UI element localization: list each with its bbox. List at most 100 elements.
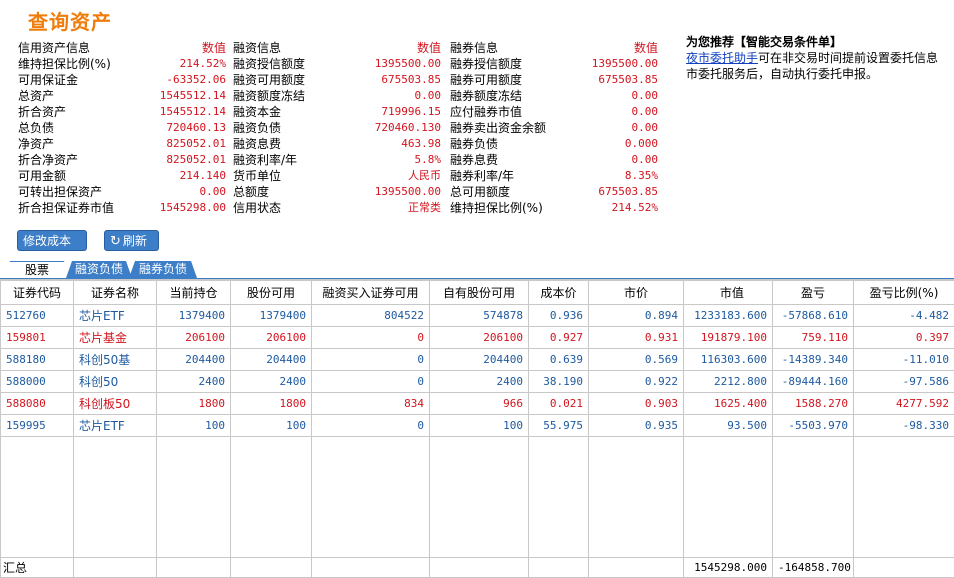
column-header[interactable]: 盈亏比例(%) xyxy=(854,281,954,305)
margin-info: 融资信息数值融资授信额度1395500.00融资可用额度675503.85融资额… xyxy=(233,40,441,216)
table-row[interactable]: 512760芯片ETF137940013794008045225748780.9… xyxy=(1,305,954,327)
holdings-table: 证券代码证券名称当前持仓股份可用融资买入证券可用自有股份可用成本价市价▼市值盈亏… xyxy=(0,279,954,536)
tab-short-debt[interactable]: 融券负债 xyxy=(129,261,197,278)
table-cell: 55.975 xyxy=(529,415,589,437)
column-header[interactable]: 成本价 xyxy=(529,281,589,305)
table-cell: -97.586 xyxy=(854,371,954,393)
info-value: 720460.130 xyxy=(375,120,441,136)
info-row: 维持担保比例(%)214.52% xyxy=(18,56,226,72)
table-cell: 588180 xyxy=(1,349,74,371)
info-row: 信用资产信息数值 xyxy=(18,40,226,56)
info-label: 总负债 xyxy=(18,120,54,136)
info-row: 融资负债720460.130 xyxy=(233,120,441,136)
info-label: 净资产 xyxy=(18,136,54,152)
info-value: 0.000 xyxy=(625,136,658,152)
column-header[interactable]: 证券代码 xyxy=(1,281,74,305)
info-row: 应付融券市值0.00 xyxy=(450,104,658,120)
column-header[interactable]: 股份可用 xyxy=(231,281,312,305)
table-cell: 芯片ETF xyxy=(74,305,157,327)
table-cell: 科创板50 xyxy=(74,393,157,415)
info-label: 融资信息 xyxy=(233,40,281,56)
info-label: 融资利率/年 xyxy=(233,152,297,168)
table-cell: 0.569 xyxy=(589,349,684,371)
empty-cell xyxy=(854,437,954,558)
column-header-label: 自有股份可用 xyxy=(443,286,515,300)
info-label: 融券利率/年 xyxy=(450,168,514,184)
table-cell: 100 xyxy=(157,415,231,437)
info-label: 总可用额度 xyxy=(450,184,510,200)
table-cell: 834 xyxy=(312,393,430,415)
table-cell: 512760 xyxy=(1,305,74,327)
empty-cell xyxy=(157,437,231,558)
empty-cell xyxy=(312,437,430,558)
info-row: 货币单位人民币 xyxy=(233,168,441,184)
table-cell: 0 xyxy=(312,415,430,437)
info-value: 1545298.00 xyxy=(160,200,226,216)
info-row: 融资息费463.98 xyxy=(233,136,441,152)
info-value: 人民币 xyxy=(408,168,441,184)
table-header: 证券代码证券名称当前持仓股份可用融资买入证券可用自有股份可用成本价市价▼市值盈亏… xyxy=(1,281,954,305)
column-header-label: 市值 xyxy=(720,286,744,300)
table-cell: 0.936 xyxy=(529,305,589,327)
info-row: 融券信息 数值 xyxy=(450,40,658,56)
edit-cost-button[interactable]: 修改成本价 xyxy=(17,230,87,251)
column-header[interactable]: 市价 xyxy=(589,281,684,305)
table-cell: 2400 xyxy=(157,371,231,393)
table-cell: 38.190 xyxy=(529,371,589,393)
info-value: 825052.01 xyxy=(166,136,226,152)
info-label: 融券信息 xyxy=(450,40,498,56)
column-header[interactable]: 当前持仓 xyxy=(157,281,231,305)
info-row: 融券息费0.00 xyxy=(450,152,658,168)
info-row: 总额度1395500.00 xyxy=(233,184,441,200)
table-cell: 0.931 xyxy=(589,327,684,349)
info-value: 1545512.14 xyxy=(160,88,226,104)
table-cell: -14389.340 xyxy=(773,349,854,371)
total-cell xyxy=(157,558,231,578)
table-row[interactable]: 588000科创50240024000240038.1900.9222212.8… xyxy=(1,371,954,393)
total-cell xyxy=(529,558,589,578)
column-header[interactable]: 证券名称 xyxy=(74,281,157,305)
info-value: 1395500.00 xyxy=(592,56,658,72)
total-cell xyxy=(74,558,157,578)
table-cell: -57868.610 xyxy=(773,305,854,327)
info-value: 正常类 xyxy=(408,200,441,216)
short-info: 融券信息数值融券授信额度1395500.00融券可用额度675503.85融券额… xyxy=(450,40,658,216)
column-header[interactable]: 自有股份可用 xyxy=(430,281,529,305)
info-row: 融资可用额度675503.85 xyxy=(233,72,441,88)
table-cell: -5503.970 xyxy=(773,415,854,437)
tab-margin-debt[interactable]: 融资负债 xyxy=(66,261,132,278)
tab-bar: 股票 融资负债 融券负债 xyxy=(0,261,954,279)
table-cell: 科创50 xyxy=(74,371,157,393)
info-row: 融资额度冻结0.00 xyxy=(233,88,441,104)
tab-stocks[interactable]: 股票 xyxy=(4,261,70,278)
table-row[interactable]: 588080科创板50180018008349660.0210.9031625.… xyxy=(1,393,954,415)
info-label: 融资额度冻结 xyxy=(233,88,305,104)
table-cell: 芯片基金 xyxy=(74,327,157,349)
column-header-label: 证券名称 xyxy=(91,286,139,300)
info-value: 675503.85 xyxy=(598,72,658,88)
column-header[interactable]: 融资买入证券可用 xyxy=(312,281,430,305)
refresh-button[interactable]: ↻刷新 xyxy=(104,230,159,251)
info-value: -63352.06 xyxy=(166,72,226,88)
table-cell: 1233183.600 xyxy=(684,305,773,327)
table-cell: 93.500 xyxy=(684,415,773,437)
table-cell: 804522 xyxy=(312,305,430,327)
info-row: 融资本金719996.15 xyxy=(233,104,441,120)
empty-cell xyxy=(684,437,773,558)
info-row: 总资产1545512.14 xyxy=(18,88,226,104)
table-cell: 100 xyxy=(430,415,529,437)
column-header[interactable]: 盈亏 xyxy=(773,281,854,305)
info-value: 5.8% xyxy=(415,152,442,168)
info-value: 数值 xyxy=(634,40,658,56)
table-row[interactable]: 588180科创50基20440020440002044000.6390.569… xyxy=(1,349,954,371)
empty-row xyxy=(1,437,954,558)
night-order-link[interactable]: 夜市委托助手 xyxy=(686,51,758,65)
table-row[interactable]: 159995芯片ETF100100010055.9750.93593.500-5… xyxy=(1,415,954,437)
table-row[interactable]: 159801芯片基金20610020610002061000.9270.9311… xyxy=(1,327,954,349)
table-cell: 966 xyxy=(430,393,529,415)
info-row: 可转出担保资产0.00 xyxy=(18,184,226,200)
total-row: 汇总1545298.000-164858.700 xyxy=(1,558,954,578)
table-cell: 206100 xyxy=(157,327,231,349)
table-cell: 588000 xyxy=(1,371,74,393)
column-header[interactable]: ▼市值 xyxy=(684,281,773,305)
